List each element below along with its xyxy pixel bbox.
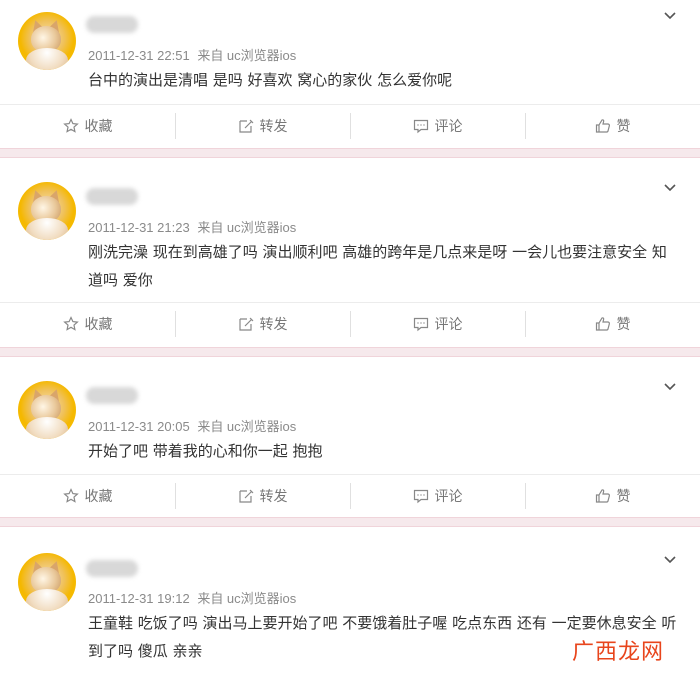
comment-button[interactable]: 评论 xyxy=(350,482,525,509)
post-text: 开始了吧 带着我的心和你一起 抱抱 xyxy=(88,442,323,460)
post-source: 来自 uc浏览器ios xyxy=(197,419,297,434)
repost-label: 转发 xyxy=(259,488,288,505)
post-separator xyxy=(0,347,700,357)
chevron-down-icon[interactable] xyxy=(664,10,676,22)
like-button[interactable]: 赞 xyxy=(525,482,700,509)
post-timestamp[interactable]: 2011-12-31 22:51 xyxy=(88,48,190,63)
repost-button[interactable]: 转发 xyxy=(175,482,350,509)
post-meta: 2011-12-31 21:23 来自 uc浏览器ios xyxy=(88,217,300,236)
comment-label: 评论 xyxy=(434,488,463,505)
post-meta: 2011-12-31 22:51 来自 uc浏览器ios xyxy=(88,45,300,64)
star-icon xyxy=(62,487,79,503)
favorite-button[interactable]: 收藏 xyxy=(0,113,175,139)
like-button[interactable]: 赞 xyxy=(525,310,700,337)
comment-icon xyxy=(413,317,428,331)
chevron-down-icon[interactable] xyxy=(664,381,676,393)
favorite-label: 收藏 xyxy=(84,118,113,135)
like-label: 赞 xyxy=(616,316,631,333)
post-meta: 2011-12-31 20:05 来自 uc浏览器ios xyxy=(88,416,300,435)
comment-button[interactable]: 评论 xyxy=(350,310,525,337)
post-card: 2011-12-31 21:23 来自 uc浏览器ios 刚洗完澡 现在到高雄了… xyxy=(0,158,700,348)
post-source: 来自 uc浏览器ios xyxy=(197,48,297,63)
repost-label: 转发 xyxy=(259,316,288,333)
repost-label: 转发 xyxy=(259,118,288,135)
favorite-button[interactable]: 收藏 xyxy=(0,483,175,509)
avatar[interactable] xyxy=(18,553,76,611)
post-timestamp[interactable]: 2011-12-31 20:05 xyxy=(88,419,190,434)
avatar[interactable] xyxy=(18,381,76,439)
favorite-button[interactable]: 收藏 xyxy=(0,311,175,337)
post-meta: 2011-12-31 19:12 来自 uc浏览器ios xyxy=(88,588,300,607)
post-source: 来自 uc浏览器ios xyxy=(197,591,297,606)
username-redacted[interactable] xyxy=(86,16,138,33)
post-separator xyxy=(0,517,700,527)
username-redacted[interactable] xyxy=(86,560,138,577)
post-actions: 收藏 转发 评论 赞 xyxy=(0,104,700,146)
thumbs-up-icon xyxy=(595,118,610,133)
comment-icon xyxy=(413,489,428,503)
post-separator xyxy=(0,148,700,158)
like-button[interactable]: 赞 xyxy=(525,112,700,139)
post-actions: 收藏 转发 评论 赞 xyxy=(0,302,700,344)
star-icon xyxy=(62,315,79,331)
comment-icon xyxy=(413,119,428,133)
post-timestamp[interactable]: 2011-12-31 19:12 xyxy=(88,591,190,606)
comment-label: 评论 xyxy=(434,118,463,135)
thumbs-up-icon xyxy=(595,488,610,503)
chevron-down-icon[interactable] xyxy=(664,554,676,566)
comment-button[interactable]: 评论 xyxy=(350,112,525,139)
post-timestamp[interactable]: 2011-12-31 21:23 xyxy=(88,220,190,235)
favorite-label: 收藏 xyxy=(84,316,113,333)
avatar[interactable] xyxy=(18,12,76,70)
like-label: 赞 xyxy=(616,118,631,135)
comment-label: 评论 xyxy=(434,316,463,333)
post-card: 2011-12-31 22:51 来自 uc浏览器ios 台中的演出是清唱 是吗… xyxy=(0,0,700,150)
post-actions: 收藏 转发 评论 赞 xyxy=(0,474,700,516)
chevron-down-icon[interactable] xyxy=(664,182,676,194)
edit-icon xyxy=(238,317,253,331)
post-card: 2011-12-31 20:05 来自 uc浏览器ios 开始了吧 带着我的心和… xyxy=(0,357,700,517)
thumbs-up-icon xyxy=(595,316,610,331)
avatar[interactable] xyxy=(18,182,76,240)
favorite-label: 收藏 xyxy=(84,488,113,505)
repost-button[interactable]: 转发 xyxy=(175,310,350,337)
edit-icon xyxy=(238,119,253,133)
username-redacted[interactable] xyxy=(86,387,138,404)
username-redacted[interactable] xyxy=(86,188,138,205)
repost-button[interactable]: 转发 xyxy=(175,112,350,139)
post-source: 来自 uc浏览器ios xyxy=(197,220,297,235)
edit-icon xyxy=(238,489,253,503)
star-icon xyxy=(62,117,79,133)
post-text: 刚洗完澡 现在到高雄了吗 演出顺利吧 高雄的跨年是几点来是呀 一会儿也要注意安全… xyxy=(88,243,667,289)
like-label: 赞 xyxy=(616,488,631,505)
post-text: 台中的演出是清唱 是吗 好喜欢 窝心的家伙 怎么爱你呢 xyxy=(88,71,453,89)
watermark: 广西龙网 xyxy=(572,640,665,665)
